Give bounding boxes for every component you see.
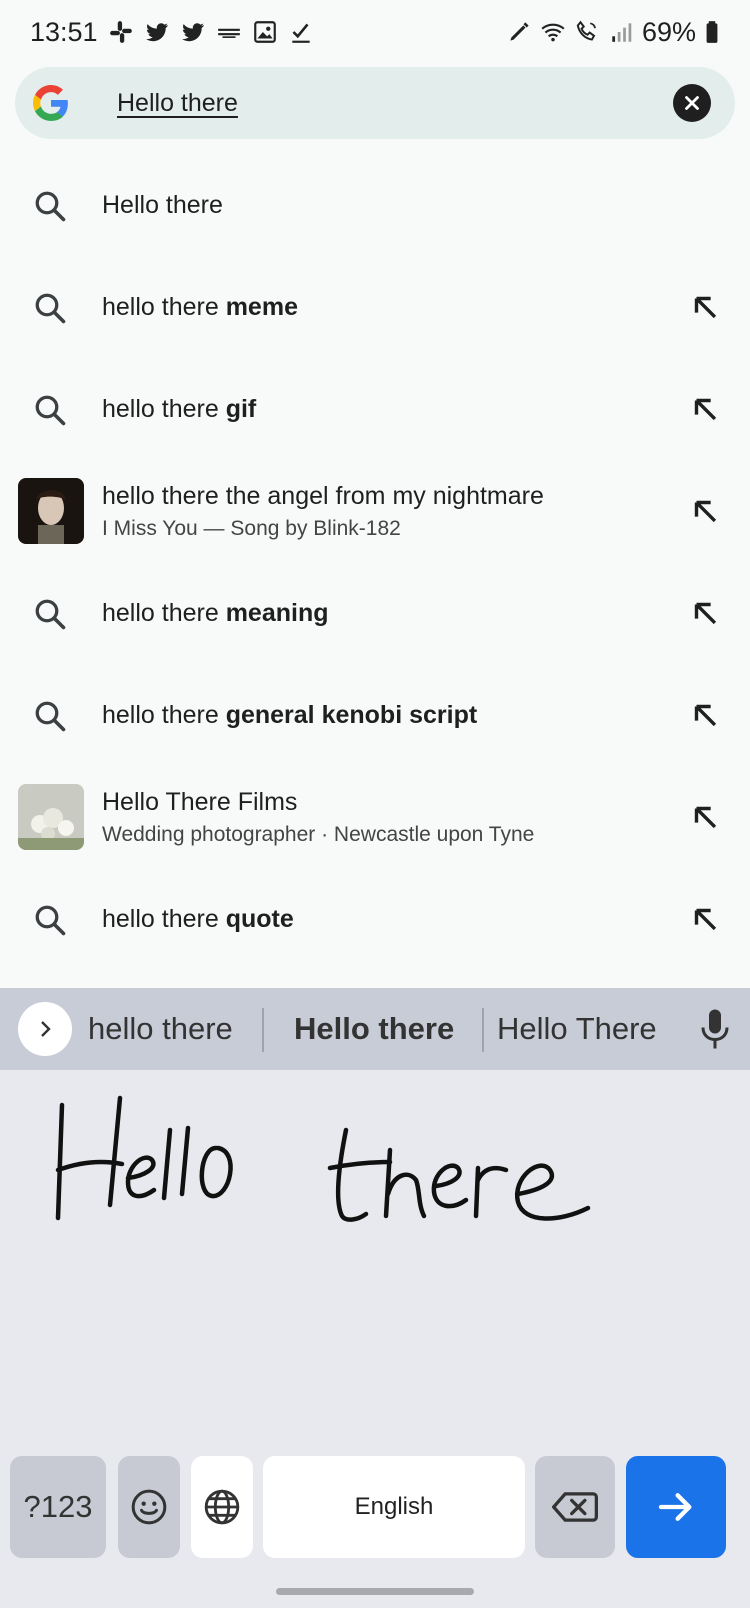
battery-icon: [704, 19, 720, 45]
search-bar[interactable]: Hello there: [15, 67, 735, 139]
microphone-icon[interactable]: [700, 1008, 730, 1050]
expand-toolbar-button[interactable]: [18, 1002, 72, 1056]
search-icon: [32, 902, 68, 938]
handwriting-strokes[interactable]: [40, 1090, 640, 1240]
emoji-icon: [131, 1489, 167, 1525]
candidate-divider: [262, 1008, 264, 1052]
search-icon: [32, 596, 68, 632]
suggestion-label: Hello There Films: [102, 787, 298, 816]
suggestion-item[interactable]: hello there quote: [0, 868, 750, 970]
suggestion-label: hello there the angel from my nightmare: [102, 481, 544, 510]
suggestion-item[interactable]: hello there meme: [0, 256, 750, 358]
candidate-word[interactable]: Hello There: [497, 988, 657, 1070]
clear-search-button[interactable]: [673, 84, 711, 122]
fill-query-arrow-icon[interactable]: [688, 290, 722, 324]
fill-query-arrow-icon[interactable]: [688, 698, 722, 732]
home-indicator[interactable]: [276, 1588, 474, 1595]
edit-icon: [506, 19, 532, 45]
backspace-icon: [552, 1492, 598, 1522]
image-icon: [252, 19, 278, 45]
place-thumbnail: [18, 784, 84, 850]
language-key[interactable]: [191, 1456, 253, 1558]
fill-query-arrow-icon[interactable]: [688, 800, 722, 834]
google-logo: [33, 85, 69, 121]
suggestion-item[interactable]: Hello There Films Wedding photographer ·…: [0, 766, 750, 868]
arrow-right-icon: [658, 1493, 692, 1521]
candidate-word[interactable]: hello there: [88, 988, 233, 1070]
candidate-word-selected[interactable]: Hello there: [294, 988, 454, 1070]
candidate-divider: [482, 1008, 484, 1052]
suggestion-label: hello there meaning: [102, 598, 329, 627]
suggestion-subtitle: I Miss You — Song by Blink-182: [102, 516, 401, 540]
suggestion-item[interactable]: hello there gif: [0, 358, 750, 460]
twitter-icon: [144, 19, 170, 45]
fill-query-arrow-icon[interactable]: [688, 902, 722, 936]
globe-icon: [204, 1489, 240, 1525]
search-icon: [32, 698, 68, 734]
suggestion-item[interactable]: Hello there: [0, 154, 750, 256]
signal-icon: [608, 19, 634, 45]
fill-query-arrow-icon[interactable]: [688, 494, 722, 528]
suggestion-list: Hello there hello there meme hello there…: [0, 154, 750, 970]
search-icon: [32, 392, 68, 428]
keyboard-icon: [216, 19, 242, 45]
song-thumbnail: [18, 478, 84, 544]
handwriting-keyboard[interactable]: ?123 English: [0, 1070, 750, 1608]
twitter-icon: [180, 19, 206, 45]
suggestion-label: hello there quote: [102, 904, 294, 933]
fill-query-arrow-icon[interactable]: [688, 392, 722, 426]
symbols-key[interactable]: ?123: [10, 1456, 106, 1558]
search-input[interactable]: Hello there: [117, 67, 238, 139]
suggestion-label: hello there meme: [102, 292, 298, 321]
suggestion-subtitle: Wedding photographer · Newcastle upon Ty…: [102, 822, 535, 846]
check-icon: [288, 19, 314, 45]
emoji-key[interactable]: [118, 1456, 180, 1558]
chevron-right-icon: [41, 1021, 51, 1037]
suggestion-label: Hello there: [102, 190, 223, 219]
candidate-strip: hello there Hello there Hello There: [0, 988, 750, 1070]
search-icon: [32, 188, 68, 224]
suggestion-item[interactable]: hello there the angel from my nightmare …: [0, 460, 750, 562]
close-icon: [685, 96, 699, 110]
wifi-icon: [540, 19, 566, 45]
enter-key[interactable]: [626, 1456, 726, 1558]
battery-percent: 69%: [641, 16, 696, 47]
wifi-calling-icon: [574, 19, 600, 45]
suggestion-item[interactable]: hello there general kenobi script: [0, 664, 750, 766]
slack-icon: [108, 19, 134, 45]
status-bar: 13:51 69%: [0, 0, 750, 64]
space-key[interactable]: English: [263, 1456, 525, 1558]
status-time: 13:51: [30, 16, 98, 47]
suggestion-item[interactable]: hello there meaning: [0, 562, 750, 664]
backspace-key[interactable]: [535, 1456, 615, 1558]
suggestion-label: hello there general kenobi script: [102, 700, 478, 729]
suggestion-label: hello there gif: [102, 394, 257, 423]
search-icon: [32, 290, 68, 326]
fill-query-arrow-icon[interactable]: [688, 596, 722, 630]
